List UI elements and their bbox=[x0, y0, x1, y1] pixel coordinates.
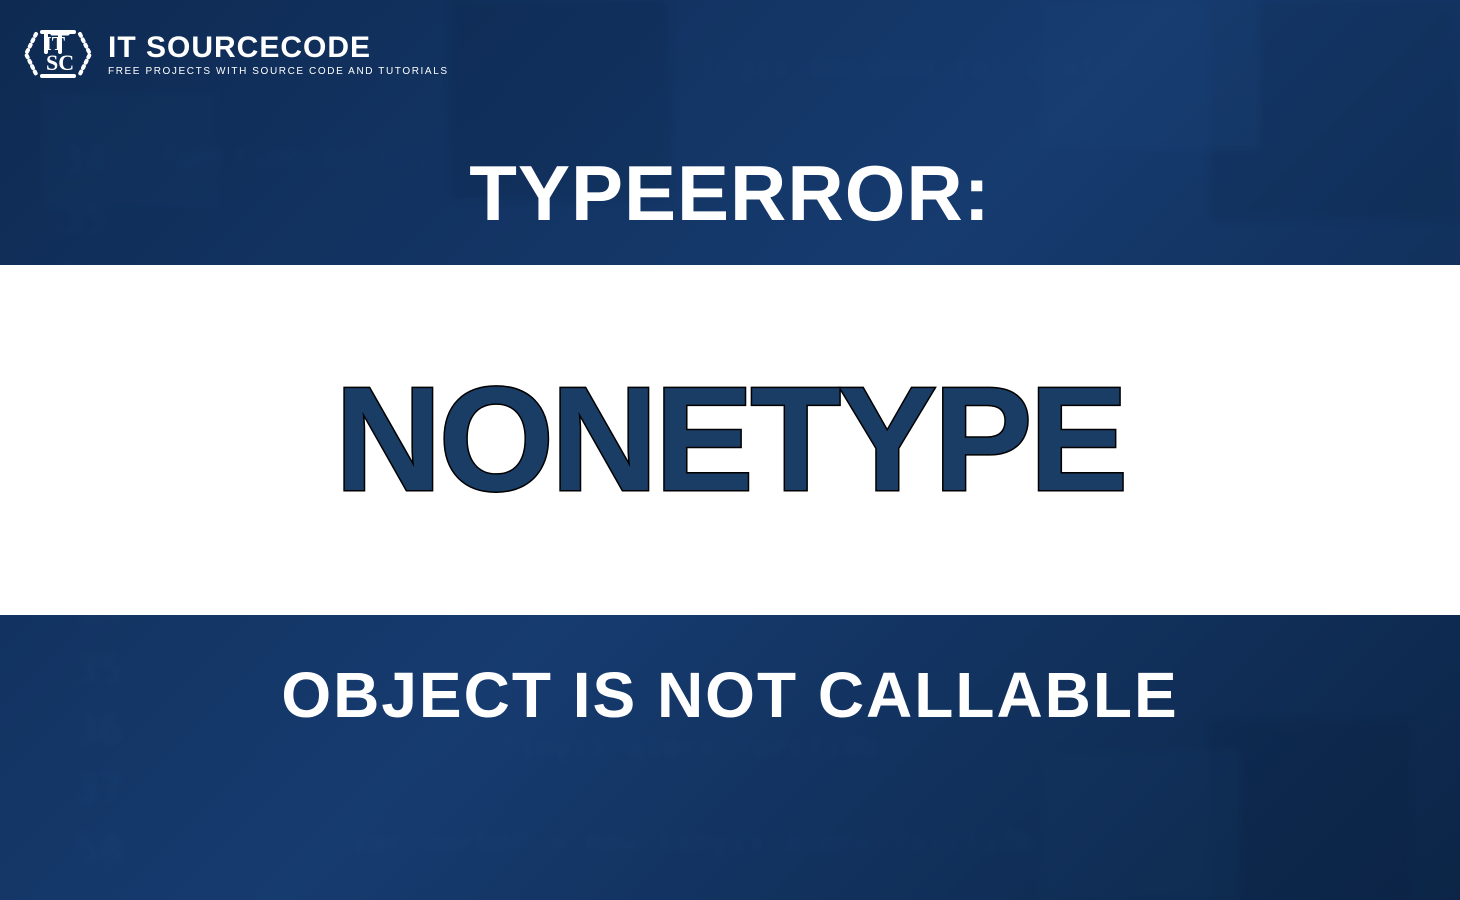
logo-text: IT SOURCECODE FREE PROJECTS WITH SOURCE … bbox=[108, 31, 449, 77]
white-banner: NONETYPE bbox=[0, 265, 1460, 615]
heading-bottom: OBJECT IS NOT CALLABLE bbox=[0, 658, 1460, 732]
logo-subtitle: FREE PROJECTS WITH SOURCE CODE AND TUTOR… bbox=[108, 66, 449, 77]
svg-text:IT: IT bbox=[44, 33, 66, 55]
logo-section: SC IT IT SOURCECODE FREE PROJECTS WITH S… bbox=[22, 18, 449, 90]
content-container: SC IT IT SOURCECODE FREE PROJECTS WITH S… bbox=[0, 0, 1460, 900]
logo-title: IT SOURCECODE bbox=[108, 31, 449, 65]
heading-top: TYPEERROR: bbox=[0, 148, 1460, 239]
main-text: NONETYPE bbox=[335, 355, 1125, 525]
logo-icon: SC IT bbox=[22, 18, 94, 90]
